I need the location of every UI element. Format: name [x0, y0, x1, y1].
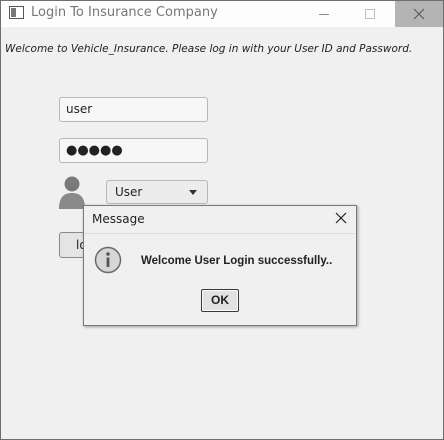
role-select-value: User: [115, 185, 143, 199]
dialog-divider: [84, 233, 356, 234]
close-button[interactable]: [395, 1, 443, 27]
maximize-button[interactable]: [352, 1, 388, 27]
user-avatar-icon: [59, 176, 85, 209]
app-icon: [9, 6, 24, 19]
username-field[interactable]: user: [59, 97, 208, 122]
minimize-button[interactable]: [306, 1, 342, 27]
maximize-icon: [365, 9, 375, 19]
login-window: Login To Insurance Company Welcome to Ve…: [0, 0, 444, 440]
close-icon: [413, 8, 425, 20]
dialog-title: Message: [92, 212, 145, 226]
password-field[interactable]: ●●●●●: [59, 138, 208, 163]
info-icon: [94, 246, 122, 274]
dialog-message: Welcome User Login successfully..: [141, 255, 333, 267]
dialog-close-icon[interactable]: [335, 212, 347, 224]
title-bar[interactable]: Login To Insurance Company: [1, 1, 443, 27]
chevron-down-icon: [189, 190, 197, 195]
role-select[interactable]: User: [106, 180, 208, 204]
message-dialog: Message Welcome User Login successfully.…: [83, 205, 357, 326]
minimize-icon: [319, 14, 329, 15]
welcome-text: Welcome to Vehicle_Insurance. Please log…: [5, 43, 413, 55]
ok-button[interactable]: OK: [201, 289, 239, 312]
window-title: Login To Insurance Company: [31, 5, 218, 20]
